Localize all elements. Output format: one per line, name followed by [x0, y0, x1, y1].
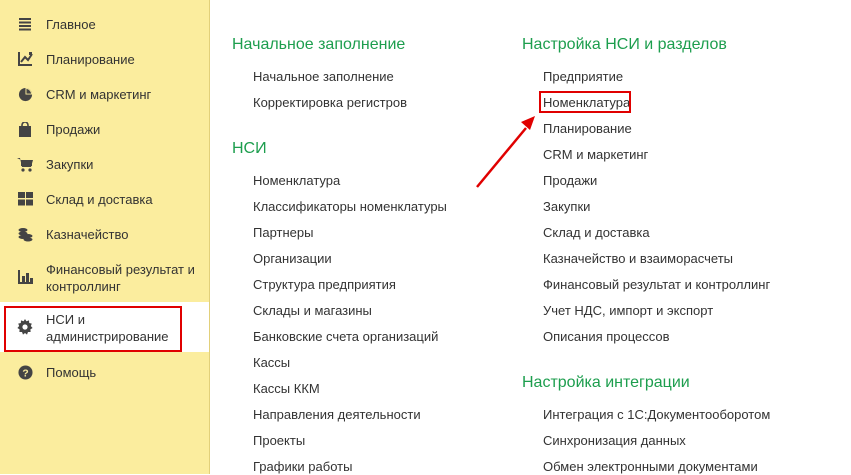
annotation-arrow-icon	[476, 116, 535, 188]
